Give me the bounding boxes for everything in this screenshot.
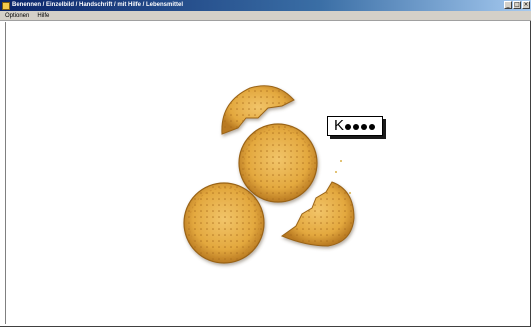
app-icon xyxy=(2,1,10,10)
menu-bar: Optionen Hilfe xyxy=(0,11,531,21)
first-letter-hint: K xyxy=(334,117,345,134)
whole-biscuit-left xyxy=(183,182,265,264)
picture-area: K xyxy=(5,22,527,324)
hidden-letter-dot xyxy=(361,124,368,130)
minimize-button[interactable]: _ xyxy=(504,1,512,9)
menu-help[interactable]: Hilfe xyxy=(32,11,52,21)
crumb xyxy=(335,171,337,173)
window-title: Benennen / Einzelbild / Handschrift / mi… xyxy=(12,2,184,8)
hidden-letter-dot xyxy=(353,124,360,130)
crumb xyxy=(349,192,351,194)
whole-biscuit-center xyxy=(238,123,318,203)
title-bar[interactable]: Benennen / Einzelbild / Handschrift / mi… xyxy=(0,0,531,11)
maximize-button[interactable]: □ xyxy=(513,1,521,9)
hidden-letters-dots xyxy=(345,124,376,130)
hidden-letter-dot xyxy=(369,124,376,130)
biscuits-picture xyxy=(183,85,355,264)
application-window: Benennen / Einzelbild / Handschrift / mi… xyxy=(0,0,531,327)
close-button[interactable]: × xyxy=(522,1,530,9)
caption-buttons: _ □ × xyxy=(504,1,530,9)
menu-options[interactable]: Optionen xyxy=(0,11,32,21)
crumb xyxy=(340,160,342,162)
hidden-letter-dot xyxy=(345,124,352,130)
word-hint-box: K xyxy=(327,116,383,136)
